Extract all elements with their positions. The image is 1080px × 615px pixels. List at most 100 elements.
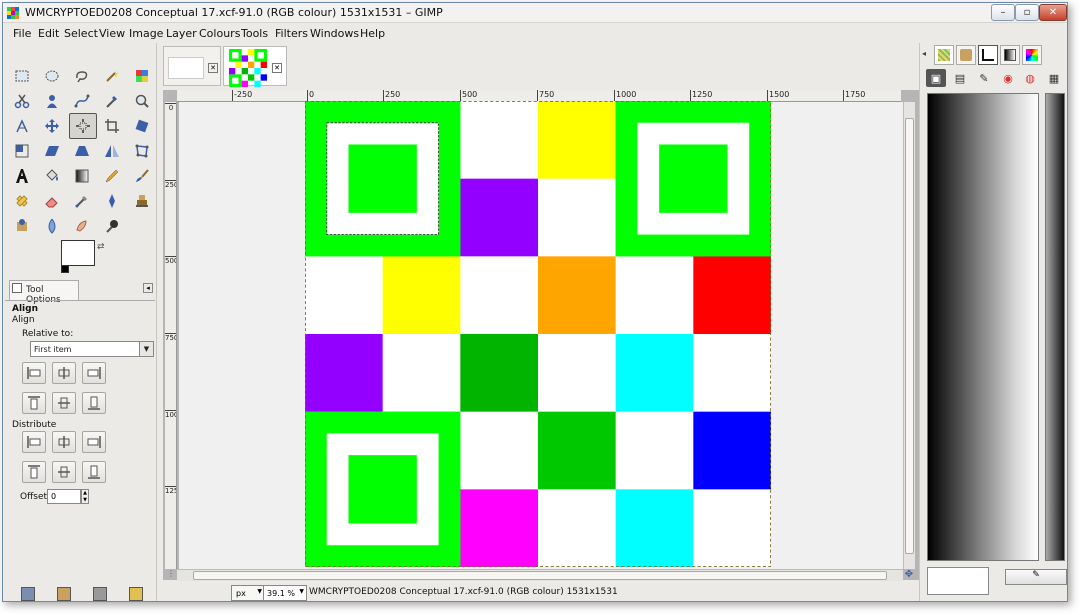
menu-layer[interactable]: Layer [166, 27, 197, 40]
quick-mask-icon[interactable]: ⋮ [165, 569, 177, 581]
offset-spin-icon[interactable]: ▲ ▼ [81, 489, 89, 504]
align-center-button[interactable] [52, 362, 76, 384]
airbrush-tool[interactable] [71, 190, 93, 212]
distribute-bottom-button[interactable] [82, 461, 106, 483]
bucket-fill-tool[interactable] [41, 165, 63, 187]
align-top-edge-button[interactable] [22, 392, 46, 414]
foreground-color-swatch[interactable] [61, 240, 95, 266]
dodge-burn-tool[interactable] [101, 215, 123, 237]
menu-edit[interactable]: Edit [38, 27, 59, 40]
smudge-tool[interactable] [71, 215, 93, 237]
menu-image[interactable]: Image [129, 27, 163, 40]
offset-input[interactable]: 0 [47, 489, 81, 504]
paths-tool[interactable] [71, 90, 93, 112]
distribute-middle-button[interactable] [52, 461, 76, 483]
paintbrush-icon[interactable]: ✎ [974, 69, 994, 87]
align-bottom-edge-button[interactable] [82, 392, 106, 414]
align-left-edge-button[interactable] [22, 362, 46, 384]
close-tab-icon[interactable]: ✕ [208, 63, 218, 73]
image-tab-2[interactable]: ✕ [223, 46, 287, 87]
restore-options-icon[interactable] [57, 587, 71, 601]
eraser-tool[interactable] [41, 190, 63, 212]
navigate-icon[interactable]: ✥ [903, 569, 915, 581]
align-right-edge-button[interactable] [82, 362, 106, 384]
align-tool[interactable] [69, 113, 97, 139]
image-canvas[interactable] [305, 101, 771, 567]
gradient-list[interactable] [1045, 93, 1065, 561]
save-options-icon[interactable] [21, 587, 35, 601]
menu-windows[interactable]: Windows [310, 27, 359, 40]
gradient-preview[interactable] [927, 93, 1039, 561]
ellipse-select-tool[interactable] [41, 65, 63, 87]
swap-colors-icon[interactable]: ⇄ [97, 242, 105, 252]
menu-file[interactable]: File [13, 27, 31, 40]
distribute-left-button[interactable] [22, 431, 46, 453]
align-middle-button[interactable] [52, 392, 76, 414]
vertical-scroll-thumb[interactable] [905, 118, 914, 554]
clone-tool[interactable] [131, 190, 153, 212]
flip-tool[interactable] [101, 140, 123, 162]
brushes-tab[interactable] [956, 45, 976, 65]
heal-tool[interactable] [11, 190, 33, 212]
menu-select[interactable]: Select [64, 27, 98, 40]
horizontal-scroll-thumb[interactable] [193, 571, 887, 580]
unit-select[interactable]: px ▼ [231, 585, 265, 601]
foreground-select-tool[interactable] [41, 90, 63, 112]
edit-gradient-button[interactable]: ✎ [1005, 569, 1067, 585]
menu-colours[interactable]: Colours [199, 27, 240, 40]
crop-tool[interactable] [101, 115, 123, 137]
horizontal-scrollbar[interactable] [177, 569, 903, 581]
menu-view[interactable]: View [99, 27, 125, 40]
text-tool[interactable] [11, 165, 33, 187]
menu-help[interactable]: Help [360, 27, 385, 40]
history-icon[interactable]: ◍ [1020, 69, 1040, 87]
fuzzy-select-tool[interactable] [101, 65, 123, 87]
perspective-tool[interactable] [71, 140, 93, 162]
gradients-tab[interactable] [1000, 45, 1020, 65]
distribute-right-button[interactable] [82, 431, 106, 453]
dock-menu-icon[interactable]: ◂ [922, 49, 926, 58]
measure-tool[interactable] [11, 115, 33, 137]
relative-to-select[interactable]: First item ▼ [30, 341, 154, 357]
cage-transform-tool[interactable] [131, 140, 153, 162]
color-picker-tool[interactable] [101, 90, 123, 112]
images-icon[interactable]: ▦ [1044, 69, 1064, 87]
image-tab-1[interactable]: ✕ [163, 46, 221, 86]
move-tool[interactable] [41, 115, 63, 137]
palettes-tab[interactable] [1022, 45, 1042, 65]
perspective-clone-tool[interactable] [11, 215, 33, 237]
select-by-color-tool[interactable] [131, 65, 153, 87]
zoom-tool[interactable] [131, 90, 153, 112]
pencil-tool[interactable] [101, 165, 123, 187]
gradient-editor-box[interactable] [927, 567, 989, 595]
maximize-button[interactable]: ▫ [1015, 4, 1039, 21]
reset-colors-icon[interactable] [61, 265, 69, 273]
configure-tab-icon[interactable]: ◂ [143, 283, 153, 293]
layers-icon[interactable]: ▣ [926, 69, 946, 87]
distribute-center-button[interactable] [52, 431, 76, 453]
close-button[interactable]: ✕ [1039, 4, 1067, 21]
scissors-select-tool[interactable] [11, 90, 33, 112]
free-select-tool[interactable] [71, 65, 93, 87]
distribute-top-button[interactable] [22, 461, 46, 483]
paths-dialog-tab[interactable] [978, 45, 998, 65]
channels-icon[interactable]: ▤ [950, 69, 970, 87]
menu-tools[interactable]: Tools [241, 27, 268, 40]
vertical-ruler[interactable]: 0 250 500 750 1000 1250 [165, 102, 177, 569]
delete-options-icon[interactable] [93, 587, 107, 601]
ink-tool[interactable] [101, 190, 123, 212]
rotate-tool[interactable] [131, 115, 153, 137]
shear-tool[interactable] [41, 140, 63, 162]
scale-tool[interactable] [11, 140, 33, 162]
blend-tool[interactable] [71, 165, 93, 187]
patterns-tab[interactable] [934, 45, 954, 65]
minimize-button[interactable]: – [991, 4, 1015, 21]
vertical-scrollbar[interactable] [903, 102, 915, 569]
close-tab-icon[interactable]: ✕ [272, 63, 282, 73]
colors-icon[interactable]: ◉ [998, 69, 1018, 87]
zoom-select[interactable]: 39.1 % ▼ [263, 585, 307, 601]
blur-tool[interactable] [41, 215, 63, 237]
rect-select-tool[interactable] [11, 65, 33, 87]
reset-options-icon[interactable] [129, 587, 143, 601]
menu-filters[interactable]: Filters [275, 27, 308, 40]
